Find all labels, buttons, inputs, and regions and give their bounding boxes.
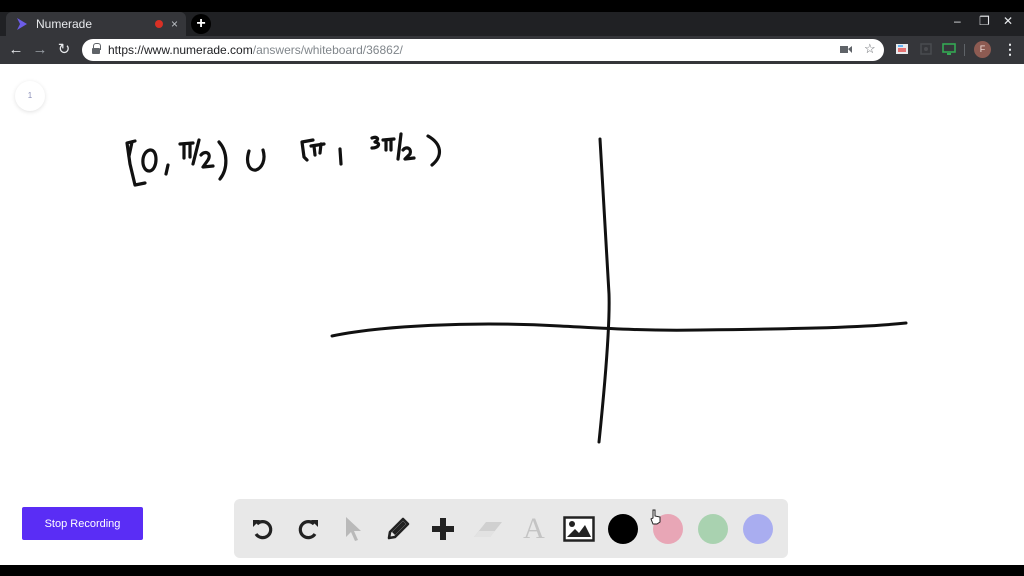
redo-icon	[298, 520, 318, 540]
extension-icon[interactable]	[895, 42, 909, 56]
extension-dim-icon[interactable]	[919, 42, 933, 56]
recording-dot-icon	[154, 20, 163, 28]
add-button[interactable]	[427, 513, 459, 545]
tab-strip: Numerade × + – ❐ ✕	[0, 12, 1024, 36]
restore-button[interactable]: ❐	[979, 14, 990, 28]
url-host: https://www.numerade.com	[108, 43, 253, 57]
screen-top-bezel	[0, 0, 1024, 12]
address-bar[interactable]: https://www.numerade.com/answers/whitebo…	[82, 39, 884, 61]
whiteboard-page: 1 Stop Recording A	[0, 64, 1024, 565]
handwritten-interval	[125, 132, 441, 187]
browser-menu-button[interactable]: ⋮	[1003, 41, 1017, 58]
camera-icon[interactable]	[840, 45, 852, 54]
hand-cursor-icon	[650, 509, 661, 525]
coordinate-axes	[330, 137, 908, 444]
eraser-tool-button[interactable]	[472, 513, 504, 545]
color-swatch-black[interactable]	[608, 514, 638, 544]
image-tool-button[interactable]	[563, 513, 595, 545]
page-number-badge[interactable]: 1	[15, 81, 45, 111]
pen-tool-button[interactable]	[382, 513, 414, 545]
tab-close-button[interactable]: ×	[171, 17, 178, 31]
url-path: /answers/whiteboard/36862/	[252, 43, 403, 57]
new-tab-button[interactable]: +	[191, 14, 211, 34]
cast-icon[interactable]	[942, 42, 956, 56]
minimize-button[interactable]: –	[954, 14, 961, 28]
eraser-icon	[474, 522, 502, 537]
undo-icon	[253, 520, 273, 540]
color-swatch-blue[interactable]	[743, 514, 773, 544]
lock-icon	[92, 42, 101, 55]
whiteboard-canvas[interactable]	[0, 64, 1024, 565]
undo-button[interactable]	[247, 513, 279, 545]
toolbar-divider	[964, 44, 965, 56]
screen-bottom-bezel	[0, 565, 1024, 576]
forward-button[interactable]: →	[30, 40, 50, 60]
y-axis	[597, 137, 611, 444]
window-close-button[interactable]: ✕	[1003, 14, 1013, 28]
color-swatch-green[interactable]	[698, 514, 728, 544]
stop-recording-button[interactable]: Stop Recording	[22, 507, 143, 540]
redo-button[interactable]	[292, 513, 324, 545]
plus-icon	[432, 518, 454, 540]
x-axis	[330, 321, 908, 338]
whiteboard-toolbar: A	[234, 499, 788, 558]
pencil-icon	[387, 517, 410, 540]
numerade-play-icon	[17, 18, 27, 30]
profile-avatar[interactable]: F	[974, 41, 991, 58]
image-icon	[563, 516, 595, 542]
tab-title: Numerade	[36, 17, 93, 31]
back-button[interactable]: ←	[6, 40, 26, 60]
tab-numerade[interactable]: Numerade ×	[6, 12, 186, 36]
browser-toolbar: ← → ↻ https://www.numerade.com/answers/w…	[0, 36, 1024, 64]
star-icon[interactable]: ☆	[864, 41, 876, 57]
pointer-icon	[346, 517, 361, 541]
text-tool-button[interactable]: A	[518, 512, 550, 545]
select-tool-button[interactable]	[337, 513, 369, 545]
reload-button[interactable]: ↻	[54, 40, 74, 60]
